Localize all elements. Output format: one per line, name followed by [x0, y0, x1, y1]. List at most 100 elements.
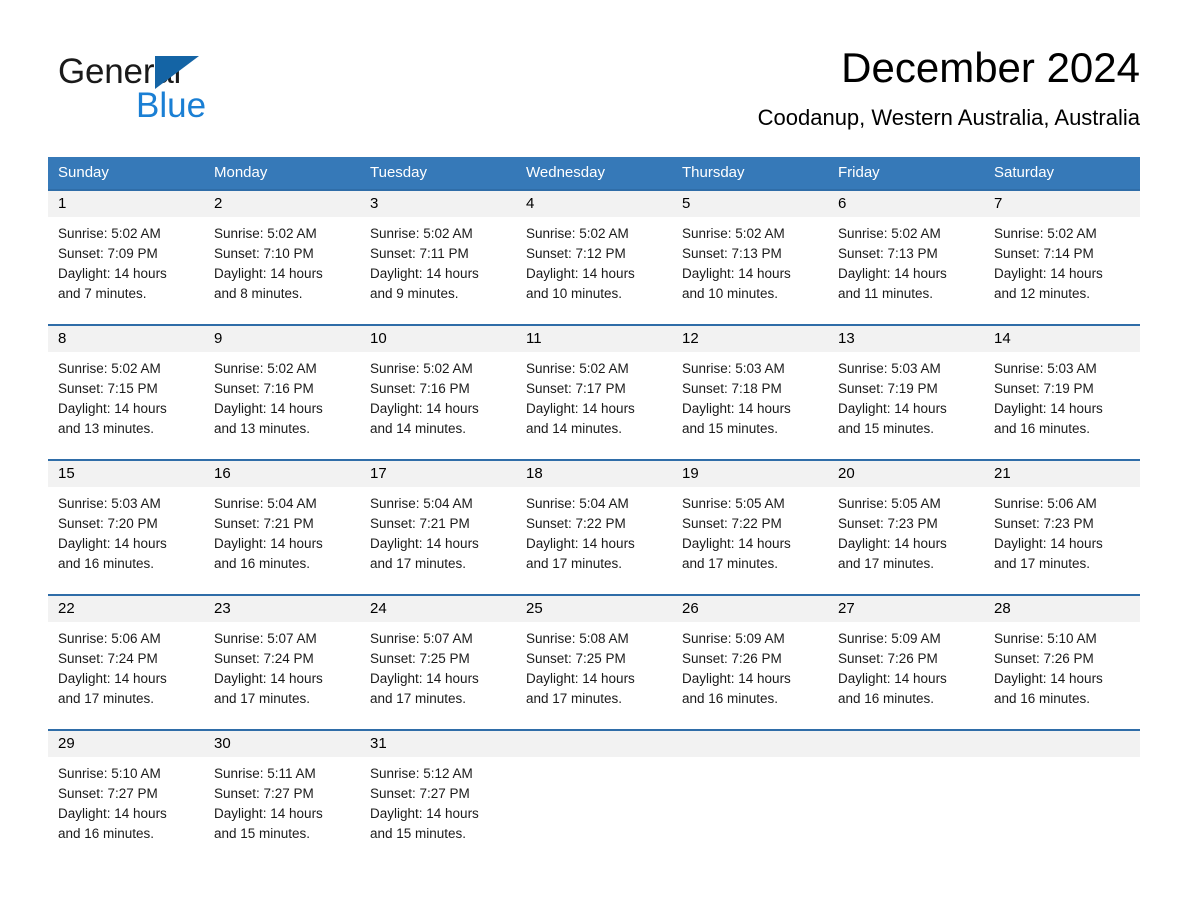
day-number: 18 [516, 461, 672, 487]
day-cell[interactable]: 29 Sunrise: 5:10 AM Sunset: 7:27 PM Dayl… [48, 731, 204, 859]
sunset-text: Sunset: 7:09 PM [58, 246, 158, 261]
sunset-text: Sunset: 7:27 PM [58, 786, 158, 801]
day-cell[interactable]: 11 Sunrise: 5:02 AM Sunset: 7:17 PM Dayl… [516, 326, 672, 459]
day-number: 1 [48, 191, 204, 217]
sunrise-text: Sunrise: 5:03 AM [994, 361, 1097, 376]
sunset-text: Sunset: 7:13 PM [682, 246, 782, 261]
day-number: 22 [48, 596, 204, 622]
day-cell[interactable]: 5 Sunrise: 5:02 AM Sunset: 7:13 PM Dayli… [672, 191, 828, 324]
day-number [984, 731, 1140, 757]
daylight-text-line2: and 17 minutes. [994, 556, 1091, 571]
day-cell[interactable]: 16 Sunrise: 5:04 AM Sunset: 7:21 PM Dayl… [204, 461, 360, 594]
daylight-text-line2: and 11 minutes. [838, 286, 934, 301]
day-details: Sunrise: 5:04 AM Sunset: 7:21 PM Dayligh… [204, 487, 360, 574]
day-details: Sunrise: 5:07 AM Sunset: 7:25 PM Dayligh… [360, 622, 516, 709]
sunrise-text: Sunrise: 5:12 AM [370, 766, 473, 781]
day-cell[interactable]: 20 Sunrise: 5:05 AM Sunset: 7:23 PM Dayl… [828, 461, 984, 594]
daylight-text-line1: Daylight: 14 hours [526, 266, 635, 281]
sunrise-text: Sunrise: 5:10 AM [58, 766, 161, 781]
daylight-text-line1: Daylight: 14 hours [994, 671, 1103, 686]
day-cell[interactable]: 8 Sunrise: 5:02 AM Sunset: 7:15 PM Dayli… [48, 326, 204, 459]
sunrise-text: Sunrise: 5:02 AM [214, 361, 317, 376]
daylight-text-line2: and 17 minutes. [838, 556, 935, 571]
day-cell[interactable]: 7 Sunrise: 5:02 AM Sunset: 7:14 PM Dayli… [984, 191, 1140, 324]
sunrise-text: Sunrise: 5:09 AM [838, 631, 941, 646]
sunset-text: Sunset: 7:25 PM [370, 651, 470, 666]
sunset-text: Sunset: 7:23 PM [838, 516, 938, 531]
day-number: 25 [516, 596, 672, 622]
day-cell[interactable]: 28 Sunrise: 5:10 AM Sunset: 7:26 PM Dayl… [984, 596, 1140, 729]
day-cell[interactable]: 18 Sunrise: 5:04 AM Sunset: 7:22 PM Dayl… [516, 461, 672, 594]
day-cell[interactable]: 12 Sunrise: 5:03 AM Sunset: 7:18 PM Dayl… [672, 326, 828, 459]
day-cell[interactable]: 14 Sunrise: 5:03 AM Sunset: 7:19 PM Dayl… [984, 326, 1140, 459]
daylight-text-line1: Daylight: 14 hours [214, 536, 323, 551]
day-number: 21 [984, 461, 1140, 487]
daylight-text-line2: and 17 minutes. [370, 691, 467, 706]
sunset-text: Sunset: 7:26 PM [682, 651, 782, 666]
daylight-text-line1: Daylight: 14 hours [838, 671, 947, 686]
logo-triangle-icon [155, 56, 199, 89]
day-cell-empty [828, 731, 984, 859]
sunrise-text: Sunrise: 5:05 AM [682, 496, 785, 511]
day-cell[interactable]: 27 Sunrise: 5:09 AM Sunset: 7:26 PM Dayl… [828, 596, 984, 729]
sunset-text: Sunset: 7:24 PM [58, 651, 158, 666]
day-number: 17 [360, 461, 516, 487]
weekday-tuesday: Tuesday [370, 164, 427, 181]
day-number: 14 [984, 326, 1140, 352]
day-number: 10 [360, 326, 516, 352]
day-cell[interactable]: 30 Sunrise: 5:11 AM Sunset: 7:27 PM Dayl… [204, 731, 360, 859]
daylight-text-line2: and 16 minutes. [994, 691, 1091, 706]
daylight-text-line1: Daylight: 14 hours [58, 671, 167, 686]
sunrise-text: Sunrise: 5:02 AM [370, 226, 473, 241]
day-cell[interactable]: 17 Sunrise: 5:04 AM Sunset: 7:21 PM Dayl… [360, 461, 516, 594]
sunrise-text: Sunrise: 5:02 AM [58, 226, 161, 241]
day-cell[interactable]: 21 Sunrise: 5:06 AM Sunset: 7:23 PM Dayl… [984, 461, 1140, 594]
day-number [516, 731, 672, 757]
day-cell[interactable]: 10 Sunrise: 5:02 AM Sunset: 7:16 PM Dayl… [360, 326, 516, 459]
sunset-text: Sunset: 7:25 PM [526, 651, 626, 666]
day-details: Sunrise: 5:02 AM Sunset: 7:13 PM Dayligh… [672, 217, 828, 304]
sunset-text: Sunset: 7:13 PM [838, 246, 938, 261]
day-cell[interactable]: 13 Sunrise: 5:03 AM Sunset: 7:19 PM Dayl… [828, 326, 984, 459]
daylight-text-line2: and 7 minutes. [58, 286, 147, 301]
daylight-text-line1: Daylight: 14 hours [526, 536, 635, 551]
day-cell[interactable]: 3 Sunrise: 5:02 AM Sunset: 7:11 PM Dayli… [360, 191, 516, 324]
daylight-text-line1: Daylight: 14 hours [214, 671, 323, 686]
daylight-text-line1: Daylight: 14 hours [214, 806, 323, 821]
day-number: 4 [516, 191, 672, 217]
day-cell[interactable]: 1 Sunrise: 5:02 AM Sunset: 7:09 PM Dayli… [48, 191, 204, 324]
day-details: Sunrise: 5:04 AM Sunset: 7:22 PM Dayligh… [516, 487, 672, 574]
day-details: Sunrise: 5:03 AM Sunset: 7:19 PM Dayligh… [984, 352, 1140, 439]
day-cell[interactable]: 6 Sunrise: 5:02 AM Sunset: 7:13 PM Dayli… [828, 191, 984, 324]
day-details: Sunrise: 5:02 AM Sunset: 7:16 PM Dayligh… [204, 352, 360, 439]
week-row: 1 Sunrise: 5:02 AM Sunset: 7:09 PM Dayli… [48, 189, 1140, 324]
day-cell[interactable]: 26 Sunrise: 5:09 AM Sunset: 7:26 PM Dayl… [672, 596, 828, 729]
day-cell[interactable]: 22 Sunrise: 5:06 AM Sunset: 7:24 PM Dayl… [48, 596, 204, 729]
daylight-text-line2: and 14 minutes. [526, 421, 623, 436]
day-cell[interactable]: 31 Sunrise: 5:12 AM Sunset: 7:27 PM Dayl… [360, 731, 516, 859]
daylight-text-line2: and 15 minutes. [370, 826, 467, 841]
day-cell[interactable]: 24 Sunrise: 5:07 AM Sunset: 7:25 PM Dayl… [360, 596, 516, 729]
day-cell[interactable]: 4 Sunrise: 5:02 AM Sunset: 7:12 PM Dayli… [516, 191, 672, 324]
day-cell[interactable]: 2 Sunrise: 5:02 AM Sunset: 7:10 PM Dayli… [204, 191, 360, 324]
day-number: 15 [48, 461, 204, 487]
day-cell[interactable]: 19 Sunrise: 5:05 AM Sunset: 7:22 PM Dayl… [672, 461, 828, 594]
day-number: 31 [360, 731, 516, 757]
daylight-text-line2: and 17 minutes. [682, 556, 779, 571]
sunrise-text: Sunrise: 5:11 AM [214, 766, 316, 781]
day-cell[interactable]: 25 Sunrise: 5:08 AM Sunset: 7:25 PM Dayl… [516, 596, 672, 729]
day-cell[interactable]: 9 Sunrise: 5:02 AM Sunset: 7:16 PM Dayli… [204, 326, 360, 459]
daylight-text-line2: and 16 minutes. [58, 826, 155, 841]
day-details: Sunrise: 5:03 AM Sunset: 7:19 PM Dayligh… [828, 352, 984, 439]
week-row: 22 Sunrise: 5:06 AM Sunset: 7:24 PM Dayl… [48, 594, 1140, 729]
day-cell-empty [984, 731, 1140, 859]
daylight-text-line2: and 16 minutes. [838, 691, 935, 706]
daylight-text-line2: and 16 minutes. [58, 556, 155, 571]
daylight-text-line1: Daylight: 14 hours [370, 401, 479, 416]
daylight-text-line2: and 10 minutes. [682, 286, 779, 301]
daylight-text-line2: and 8 minutes. [214, 286, 303, 301]
daylight-text-line1: Daylight: 14 hours [526, 401, 635, 416]
day-cell[interactable]: 23 Sunrise: 5:07 AM Sunset: 7:24 PM Dayl… [204, 596, 360, 729]
sunset-text: Sunset: 7:10 PM [214, 246, 314, 261]
day-cell[interactable]: 15 Sunrise: 5:03 AM Sunset: 7:20 PM Dayl… [48, 461, 204, 594]
